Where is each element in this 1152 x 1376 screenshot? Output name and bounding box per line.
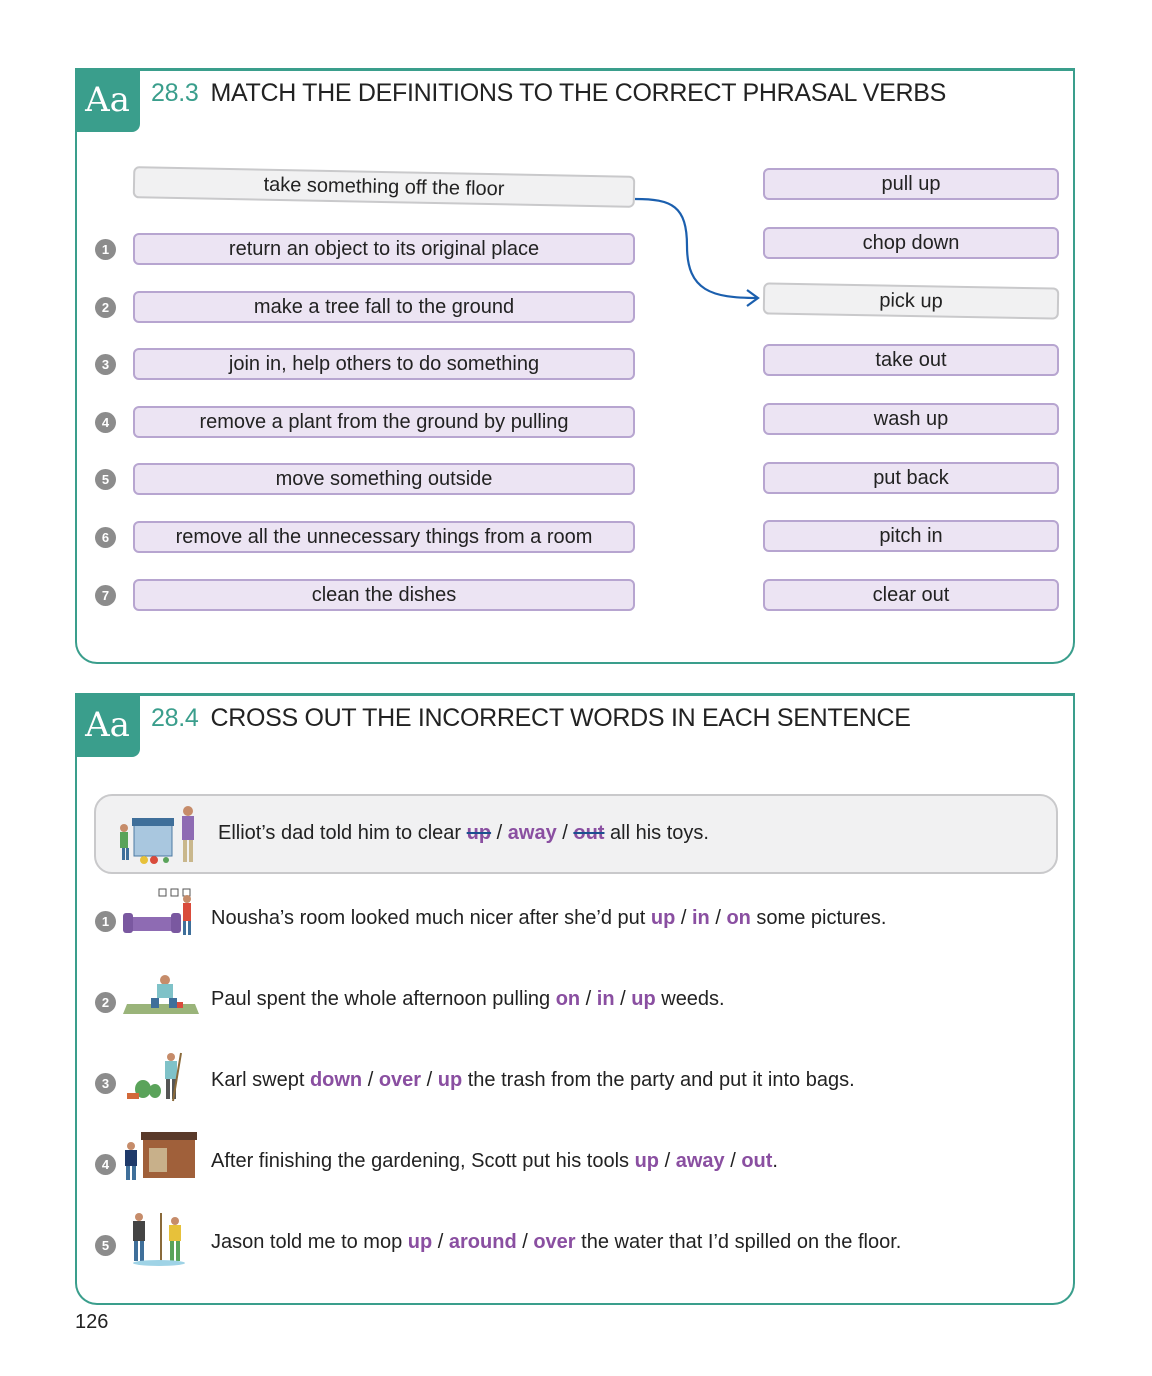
option-separator: / [709, 907, 727, 929]
answer-option[interactable]: on [556, 988, 580, 1010]
question-number-badge: 3 [95, 1073, 116, 1094]
question-number-badge: 1 [95, 239, 116, 260]
answer-option[interactable]: up [408, 1231, 432, 1253]
question-number-badge: 5 [95, 1235, 116, 1256]
exercise-title: MATCH THE DEFINITIONS TO THE CORRECT PHR… [210, 79, 947, 107]
answer-option[interactable]: over [533, 1231, 575, 1253]
phrasal-verb-box: pitch in [763, 520, 1059, 553]
phrasal-verb-box: take out [763, 344, 1059, 377]
answer-option[interactable]: out [573, 822, 604, 844]
question-number-badge: 2 [95, 992, 116, 1013]
definition-box: return an object to its original place [133, 233, 635, 265]
definition-box: remove all the unnecessary things from a… [133, 521, 635, 553]
vocabulary-tab-badge: Aa [75, 693, 140, 757]
answer-option[interactable]: up [651, 907, 675, 929]
phrasal-verb-box: clear out [763, 578, 1059, 611]
exercise-28-3-panel: Aa 28.3 MATCH THE DEFINITIONS TO THE CORR… [75, 68, 1075, 664]
sentence-text-after: the trash from the party and put it into… [462, 1069, 855, 1091]
sweeping-illustration [121, 1049, 203, 1110]
definition-box: make a tree fall to the ground [133, 290, 635, 323]
definition-box: clean the dishes [133, 578, 635, 611]
sentence-text-before: Elliot’s dad told him to clear [218, 822, 467, 844]
example-sentence-box: Elliot’s dad told him to clear up / away… [94, 794, 1058, 874]
sentence-text-before: Karl swept [211, 1069, 310, 1091]
sentence-text-before: After finishing the gardening, Scott put… [211, 1150, 635, 1172]
sentence-text-before: Jason told me to mop [211, 1231, 408, 1253]
answer-option[interactable]: away [676, 1150, 725, 1172]
answer-option[interactable]: down [310, 1069, 362, 1091]
answer-option[interactable]: away [508, 822, 557, 844]
exercise-heading: 28.3 MATCH THE DEFINITIONS TO THE CORRECT… [151, 79, 946, 108]
definition-box: move something outside [133, 463, 635, 496]
weeding-illustration [121, 968, 203, 1029]
answer-option[interactable]: up [467, 822, 491, 844]
question-number-badge: 4 [95, 411, 116, 433]
phrasal-verb-box: wash up [763, 402, 1059, 435]
toy-chest-illustration [120, 806, 194, 864]
question-number-badge: 3 [95, 354, 116, 376]
option-separator: / [362, 1069, 379, 1091]
answer-option[interactable]: up [438, 1069, 462, 1091]
exercise-sentence: Jason told me to mop up / around / over … [211, 1231, 901, 1254]
definition-box: remove a plant from the ground by pullin… [133, 405, 635, 438]
example-definition-box: take something off the floor [132, 166, 636, 208]
sentence-text-after: weeds. [655, 988, 725, 1010]
sentence-text-after: all his toys. [604, 822, 709, 844]
page-number: 126 [75, 1311, 109, 1333]
room-pictures-illustration [121, 887, 203, 948]
example-sentence: Elliot’s dad told him to clear up / away… [218, 822, 709, 845]
answer-option[interactable]: around [449, 1231, 517, 1253]
answer-option[interactable]: up [631, 988, 655, 1010]
garden-shed-illustration [121, 1130, 203, 1191]
exercise-28-4-panel: Aa 28.4 CROSS OUT THE INCORRECT WORDS IN … [75, 693, 1075, 1305]
answer-option[interactable]: up [635, 1150, 659, 1172]
example-match-arrow [634, 197, 760, 307]
definition-box: join in, help others to do something [133, 348, 635, 381]
phrasal-verb-box: put back [763, 461, 1059, 494]
sentence-text-before: Nousha’s room looked much nicer after sh… [211, 907, 651, 929]
answer-option[interactable]: in [692, 907, 710, 929]
question-number-badge: 7 [95, 584, 116, 606]
option-separator: / [614, 988, 632, 1010]
option-separator: / [580, 988, 597, 1010]
phrasal-verb-box: chop down [763, 226, 1059, 259]
sentence-text-after: some pictures. [750, 907, 887, 929]
option-separator: / [556, 822, 574, 844]
option-separator: / [491, 822, 508, 844]
sentence-text-after: the water that I’d spilled on the floor. [575, 1231, 902, 1253]
exercise-heading: 28.4 CROSS OUT THE INCORRECT WORDS IN EAC… [151, 704, 911, 733]
exercise-sentence: Karl swept down / over / up the trash fr… [211, 1069, 855, 1092]
question-number-badge: 6 [95, 527, 116, 548]
vocabulary-tab-badge: Aa [75, 68, 140, 132]
exercise-title: CROSS OUT THE INCORRECT WORDS IN EACH SE… [210, 704, 911, 732]
question-number-badge: 2 [95, 296, 116, 318]
answer-option[interactable]: in [597, 988, 615, 1010]
option-separator: / [675, 907, 692, 929]
exercise-sentence: After finishing the gardening, Scott put… [211, 1150, 778, 1173]
exercise-number: 28.3 [151, 79, 199, 107]
option-separator: / [516, 1231, 534, 1253]
sentence-text-after: . [772, 1150, 778, 1172]
phrasal-verb-box: pull up [763, 168, 1059, 200]
phrasal-verb-box: pick up [762, 282, 1060, 320]
exercise-sentence: Nousha’s room looked much nicer after sh… [211, 907, 886, 930]
question-number-badge: 4 [95, 1154, 116, 1175]
option-separator: / [724, 1150, 742, 1172]
exercise-sentence: Paul spent the whole afternoon pulling o… [211, 988, 725, 1011]
answer-option[interactable]: out [741, 1150, 772, 1172]
sentence-text-before: Paul spent the whole afternoon pulling [211, 988, 556, 1010]
exercise-number: 28.4 [151, 704, 199, 732]
mopping-illustration [121, 1211, 203, 1272]
option-separator: / [659, 1150, 676, 1172]
question-number-badge: 1 [95, 911, 116, 932]
answer-option[interactable]: on [726, 907, 750, 929]
question-number-badge: 5 [95, 469, 116, 491]
answer-option[interactable]: over [379, 1069, 421, 1091]
option-separator: / [421, 1069, 438, 1091]
option-separator: / [432, 1231, 449, 1253]
